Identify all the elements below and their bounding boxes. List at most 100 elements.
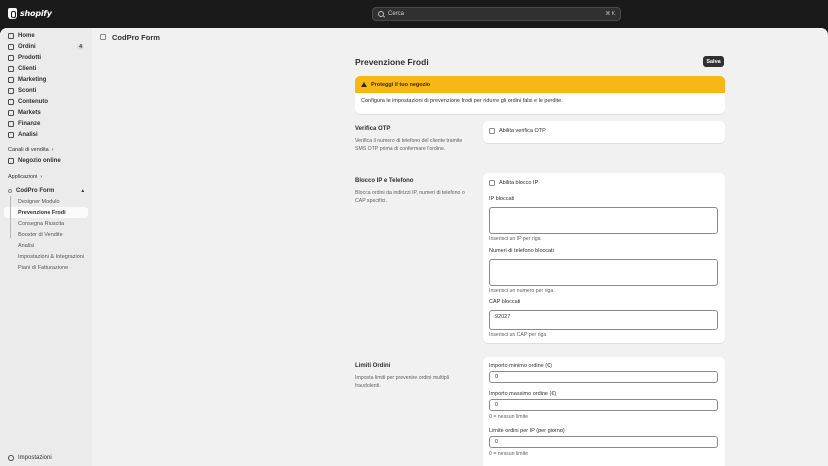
phone-textarea[interactable]: [489, 259, 718, 286]
block-ip-checkbox[interactable]: Abilita blocco IP: [489, 180, 538, 186]
sidebar-subitem-sales-booster[interactable]: Booster di Vendite: [4, 229, 88, 240]
apps-heading[interactable]: Applicazioni ›: [4, 171, 88, 182]
channels-heading[interactable]: Canali di vendita ›: [4, 144, 88, 155]
app-header: CodPro Form: [92, 28, 828, 46]
content-icon: [8, 98, 14, 105]
phone-label: Numeri di telefono bloccati: [489, 248, 554, 254]
sidebar-subitem-delivery[interactable]: Consegna Riuscita: [4, 218, 88, 229]
sidebar-item-label: CodPro Form: [16, 187, 55, 194]
sidebar: Home Ordini 4 Prodotti Clienti Marketing …: [0, 28, 92, 466]
tag-icon: [8, 54, 14, 61]
sidebar-item-marketing[interactable]: Marketing: [4, 74, 88, 85]
search-shortcut: ⌘ K: [605, 11, 615, 17]
ip-textarea[interactable]: [489, 207, 718, 234]
sidebar-subitem-designer[interactable]: Designer Modulo: [4, 196, 88, 207]
cap-field: CAP bloccati 92027 Inserisci un CAP per …: [489, 299, 718, 338]
sidebar-item-orders[interactable]: Ordini 4: [4, 41, 88, 52]
sidebar-item-label: Contenuto: [18, 98, 48, 105]
checkbox-icon: [489, 180, 495, 186]
sidebar-item-home[interactable]: Home: [4, 30, 88, 41]
sidebar-item-label: Prodotti: [18, 54, 41, 61]
search-placeholder: Cerca: [388, 11, 405, 17]
sidebar-item-label: Marketing: [18, 76, 47, 83]
limits-section-desc: Imposta limiti per prevenire ordini mult…: [355, 375, 449, 389]
search-bar[interactable]: Cerca ⌘ K: [372, 7, 621, 21]
cap-label: CAP bloccati: [489, 299, 521, 305]
phone-help: Inserisci un numero per riga: [489, 288, 554, 294]
settings-label: Impostazioni: [18, 455, 52, 461]
app-title: CodPro Form: [112, 32, 160, 42]
sidebar-settings[interactable]: Impostazioni: [8, 455, 52, 461]
pin-icon: ▴: [81, 187, 84, 194]
sidebar-subitem-analytics[interactable]: Analisi: [4, 240, 88, 251]
top-bar: shopify Cerca ⌘ K: [0, 0, 828, 28]
ip-help: Inserisci un IP per riga: [489, 236, 541, 242]
sidebar-subitem-fraud-prevention[interactable]: Prevenzione Frodi: [4, 207, 88, 218]
block-checkbox-label: Abilita blocco IP: [499, 180, 539, 186]
sidebar-item-analytics[interactable]: Analisi: [4, 129, 88, 140]
brand-name: shopify: [20, 9, 52, 18]
otp-section-desc: Verifica il numero di telefono del clien…: [355, 138, 463, 152]
tree-line: [10, 196, 11, 238]
sidebar-item-label: Markets: [18, 109, 41, 116]
sidebar-item-label: Ordini: [18, 43, 36, 50]
min-label: Importo minimo ordine (€): [489, 363, 552, 369]
store-icon: [8, 157, 14, 164]
warning-banner: Proteggi il tuo negozio Configura le imp…: [355, 76, 725, 114]
discount-icon: [8, 87, 14, 94]
ip-field: IP bloccati Inserisci un IP per riga: [489, 196, 718, 242]
sidebar-item-label: Negozio online: [18, 157, 61, 164]
sidebar-item-products[interactable]: Prodotti: [4, 52, 88, 63]
sidebar-item-discounts[interactable]: Sconti: [4, 85, 88, 96]
cap-help: Inserisci un CAP per riga: [489, 332, 547, 338]
otp-checkbox-label: Abilita verifica OTP: [499, 128, 546, 134]
perip-input[interactable]: 0: [489, 436, 718, 448]
sidebar-item-codpro-form[interactable]: CodPro Form ▴: [4, 185, 88, 196]
perip-help: 0 = nessun limite: [489, 451, 529, 457]
page-title: Prevenzione Frodi: [355, 57, 429, 67]
app-window-icon: [100, 34, 106, 40]
channels-heading-label: Canali di vendita: [8, 146, 49, 153]
cap-textarea[interactable]: 92027: [489, 310, 718, 330]
person-icon: [8, 65, 14, 72]
sidebar-item-content[interactable]: Contenuto: [4, 96, 88, 107]
chart-icon: [8, 131, 14, 138]
limits-card: Importo minimo ordine (€) 0 Importo mass…: [483, 357, 725, 466]
sidebar-item-markets[interactable]: Markets: [4, 107, 88, 118]
chevron-right-icon: ›: [51, 146, 54, 153]
shopify-logo[interactable]: shopify: [8, 8, 52, 19]
block-section-title: Blocco IP e Telefono: [355, 178, 414, 184]
globe-icon: [8, 109, 14, 116]
sidebar-subitem-settings[interactable]: Impostazioni & Integrazioni: [4, 251, 88, 262]
sidebar-subitem-billing[interactable]: Piani di Fatturazione: [4, 262, 88, 273]
sidebar-item-label: Clienti: [18, 65, 37, 72]
bank-icon: [8, 120, 14, 127]
checkbox-icon: [489, 128, 495, 134]
sidebar-nav: Home Ordini 4 Prodotti Clienti Marketing …: [4, 30, 88, 273]
sidebar-item-finance[interactable]: Finanze: [4, 118, 88, 129]
banner-header: Proteggi il tuo negozio: [355, 76, 725, 93]
sidebar-item-customers[interactable]: Clienti: [4, 63, 88, 74]
sidebar-item-label: Finanze: [18, 120, 41, 127]
sidebar-item-label: Sconti: [18, 87, 37, 94]
save-button[interactable]: Salva: [703, 56, 724, 67]
sidebar-item-online-store[interactable]: Negozio online: [4, 155, 88, 166]
block-section-desc: Blocca ordini da indirizzi IP, numeri di…: [355, 190, 465, 204]
max-help: 0 = nessun limite: [489, 414, 529, 420]
sidebar-item-label: Analisi: [18, 131, 38, 138]
otp-checkbox[interactable]: Abilita verifica OTP: [489, 128, 546, 134]
sidebar-item-label: Home: [18, 32, 35, 39]
min-input[interactable]: 0: [489, 371, 718, 383]
limits-section-title: Limiti Ordini: [355, 363, 391, 369]
target-icon: [8, 76, 14, 83]
ip-label: IP bloccati: [489, 196, 515, 202]
otp-section-title: Verifica OTP: [355, 126, 391, 132]
min-field: Importo minimo ordine (€) 0: [489, 363, 718, 383]
max-input[interactable]: 0: [489, 399, 718, 411]
perip-field: Limite ordini per IP (per giorno) 0 0 = …: [489, 428, 718, 457]
home-icon: [8, 32, 14, 39]
warning-icon: [361, 82, 367, 87]
chevron-right-icon: ›: [40, 173, 43, 180]
block-card: Abilita blocco IP IP bloccati Inserisci …: [483, 173, 725, 343]
gear-icon: [8, 455, 14, 461]
